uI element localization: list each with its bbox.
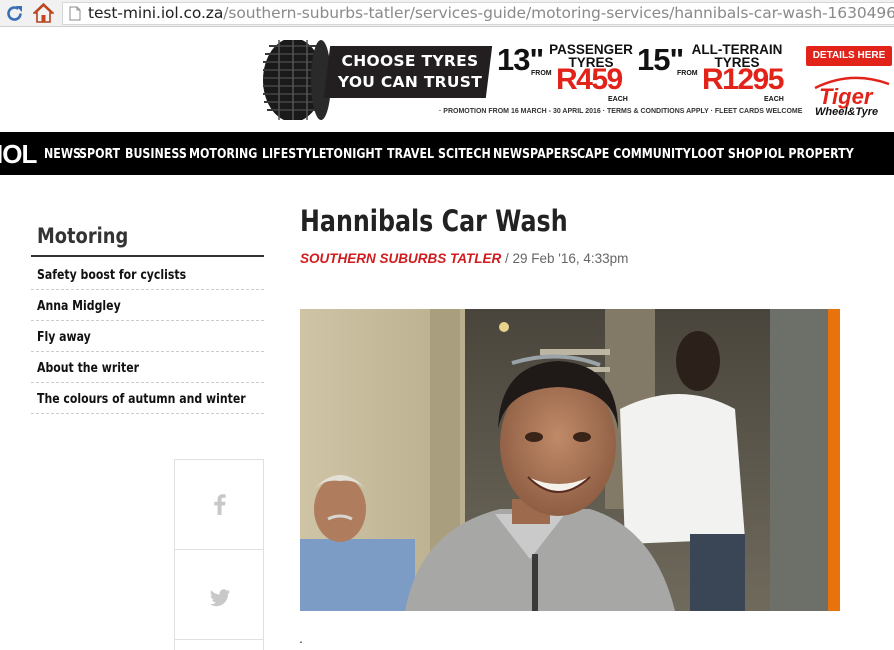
home-icon[interactable] xyxy=(33,3,54,23)
sidebar-item[interactable]: Anna Midgley xyxy=(31,290,264,321)
sidebar-item-label[interactable]: The colours of autumn and winter xyxy=(37,392,246,407)
ad-headline: CHOOSE TYRES YOU CAN TRUST xyxy=(331,51,489,93)
sidebar-item-label[interactable]: Safety boost for cyclists xyxy=(37,268,186,283)
offer1-from: FROM xyxy=(531,70,552,77)
photo-of-smiling-man xyxy=(300,309,840,611)
sidebar-item[interactable]: Safety boost for cyclists xyxy=(31,259,264,290)
share-twitter-button[interactable] xyxy=(174,549,264,640)
sidebar-heading: Motoring xyxy=(37,224,129,248)
offer2-price: R1295 xyxy=(702,63,784,96)
article-title: Hannibals Car Wash xyxy=(300,204,568,238)
ad-promo-text: · PROMOTION FROM 16 MARCH - 30 APRIL 201… xyxy=(439,108,803,115)
article-photo[interactable] xyxy=(300,309,840,611)
url-field[interactable]: test-mini.iol.co.za/southern-suburbs-tat… xyxy=(62,2,894,25)
reload-icon[interactable] xyxy=(5,4,24,23)
sidebar-item[interactable]: Fly away xyxy=(31,321,264,352)
sidebar-divider xyxy=(31,255,264,257)
ad-banner[interactable]: CHOOSE TYRES YOU CAN TRUST 13" PASSENGER… xyxy=(259,40,894,120)
nav-item-travel[interactable]: TRAVEL xyxy=(387,146,434,162)
article-date: 29 Feb '16, 4:33pm xyxy=(512,251,629,266)
nav-item-iol-property[interactable]: IOL PROPERTY xyxy=(764,146,854,162)
share-facebook-button[interactable] xyxy=(174,459,264,550)
brand-sub: Wheel&Tyre xyxy=(815,106,878,118)
sidebar-item[interactable]: About the writer xyxy=(31,352,264,383)
share-more-button[interactable] xyxy=(174,639,264,650)
nav-item-scitech[interactable]: SCITECH xyxy=(438,146,491,162)
nav-item-cape-community[interactable]: CAPE COMMUNITY xyxy=(577,146,691,162)
nav-item-lifestyle[interactable]: LIFESTYLE xyxy=(262,146,326,162)
nav-item-sport[interactable]: SPORT xyxy=(79,146,120,162)
details-here-button[interactable]: DETAILS HERE xyxy=(806,46,892,66)
sidebar-item-label[interactable]: Anna Midgley xyxy=(37,299,121,314)
facebook-icon xyxy=(214,494,226,515)
nav-item-motoring[interactable]: MOTORING xyxy=(189,146,257,162)
tyre-image xyxy=(263,40,331,120)
sidebar-item-label[interactable]: About the writer xyxy=(37,361,139,376)
browser-address-bar: test-mini.iol.co.za/southern-suburbs-tat… xyxy=(0,0,894,27)
url-text: test-mini.iol.co.za/southern-suburbs-tat… xyxy=(88,4,894,22)
url-path: /southern-suburbs-tatler/services-guide/… xyxy=(223,4,894,22)
byline-separator: / xyxy=(501,251,513,266)
offer1-price: R459 xyxy=(556,63,623,96)
sidebar-list: Safety boost for cyclists Anna Midgley F… xyxy=(31,259,264,414)
iol-logo[interactable]: IOL xyxy=(0,139,37,170)
twitter-icon xyxy=(209,589,230,607)
nav-item-newspapers[interactable]: NEWSPAPERS xyxy=(493,146,578,162)
ad-headline-line2: YOU CAN TRUST xyxy=(337,73,483,91)
ad-headline-line1: CHOOSE TYRES xyxy=(341,52,479,70)
offer2-each: EACH xyxy=(764,96,784,103)
article-body-start: . xyxy=(299,630,303,646)
nav-items: NEWS SPORT BUSINESS MOTORING LIFESTYLE T… xyxy=(44,132,854,175)
publication-link[interactable]: SOUTHERN SUBURBS TATLER xyxy=(300,251,501,266)
url-domain: test-mini.iol.co.za xyxy=(88,4,224,22)
article-byline: SOUTHERN SUBURBS TATLER / 29 Feb '16, 4:… xyxy=(300,251,628,266)
sidebar-item[interactable]: The colours of autumn and winter xyxy=(31,383,264,414)
page-icon xyxy=(69,6,81,21)
nav-item-loot-shop[interactable]: LOOT SHOP xyxy=(691,146,763,162)
sidebar-item-label[interactable]: Fly away xyxy=(37,330,91,345)
nav-item-tonight[interactable]: TONIGHT xyxy=(326,146,382,162)
nav-item-business[interactable]: BUSINESS xyxy=(125,146,187,162)
tiger-wheel-tyre-logo: Tiger Wheel&Tyre xyxy=(814,76,890,118)
nav-item-news[interactable]: NEWS xyxy=(44,146,81,162)
offer1-each: EACH xyxy=(608,96,628,103)
offer2-from: FROM xyxy=(677,70,698,77)
main-nav: IOL NEWS SPORT BUSINESS MOTORING LIFESTY… xyxy=(0,132,894,175)
